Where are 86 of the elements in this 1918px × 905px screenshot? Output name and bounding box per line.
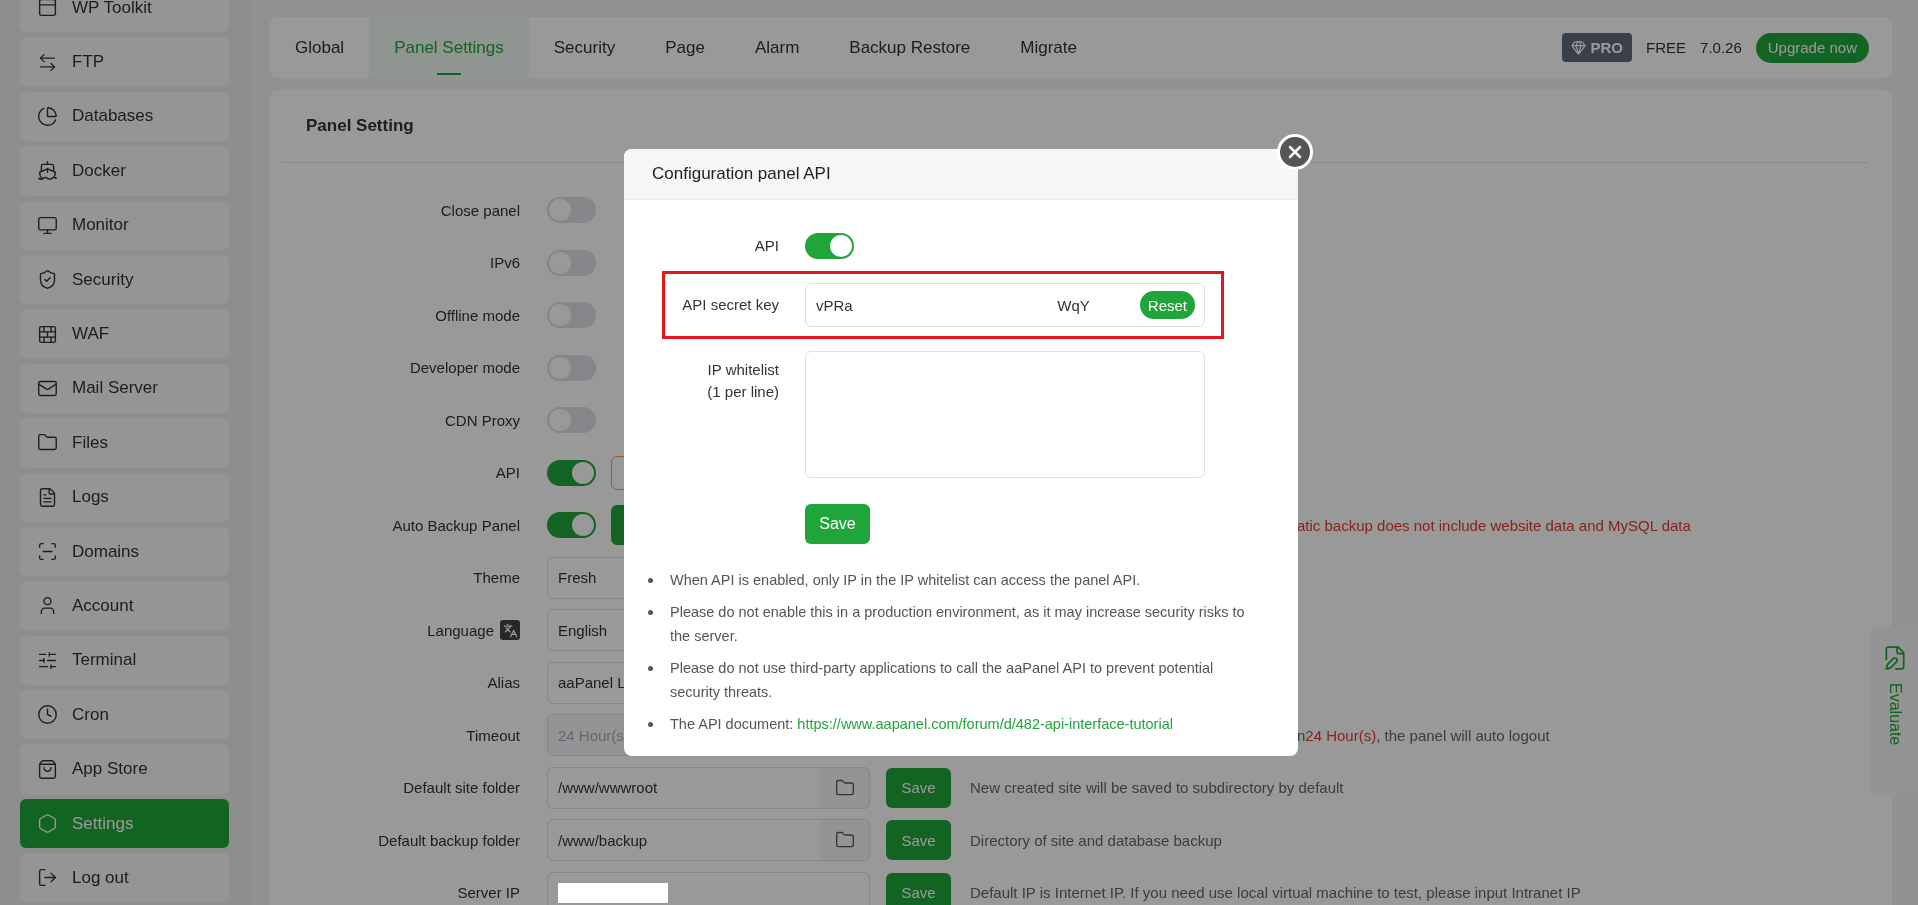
clock-icon [37, 704, 58, 726]
toggle-switch[interactable] [547, 512, 596, 539]
bullet-dot [648, 666, 653, 671]
tab[interactable]: Global [270, 17, 370, 78]
folder-button[interactable] [820, 819, 870, 862]
setting-label: Default site folder [403, 779, 520, 797]
setting-label: API [495, 464, 520, 482]
dialog-title: Configuration panel API [652, 164, 831, 184]
setting-label: Default backup folder [378, 831, 520, 849]
shield-icon [37, 269, 58, 291]
setting-label: Close panel [440, 201, 520, 219]
logout-icon [37, 867, 58, 889]
sidebar-item[interactable]: Cron [20, 690, 229, 740]
version-label: 7.0.26 [1700, 39, 1742, 56]
sidebar-item[interactable]: Files [20, 418, 229, 468]
sidebar-item[interactable]: Terminal [20, 635, 229, 686]
monitor-icon [37, 214, 58, 236]
setting-label: CDN Proxy [445, 411, 520, 429]
sidebar-item[interactable]: Account [20, 581, 229, 631]
bullet-dot [648, 610, 653, 615]
pie-chart-icon [37, 105, 58, 127]
note-text: Please do not enable this in a production environment, as it may increase security risks to the server. [670, 603, 1246, 646]
save-button[interactable]: Save [805, 504, 870, 544]
setting-label: Server IP [457, 884, 520, 902]
note-text: Please do not use third-party applications to call the aaPanel API to prevent potential security threats. [670, 659, 1215, 702]
setting-description: Default IP is Internet IP. If you need use local virtual machine to test, please input Intranet IP [970, 884, 1581, 902]
input-field[interactable] [547, 871, 870, 905]
sidebar-item[interactable]: Databases [20, 91, 229, 142]
bag-icon [37, 758, 58, 780]
toggle-switch[interactable] [805, 233, 854, 259]
sidebar-item[interactable]: Monitor [20, 200, 229, 250]
setting-description: n24 Hour(s), the panel will auto logout [1297, 726, 1550, 744]
setting-label: IPv6 [490, 254, 520, 272]
plan-label: FREE [1646, 39, 1687, 56]
setting-label: Timeout [466, 726, 520, 744]
setting-label: Offline mode [435, 306, 520, 324]
sidebar-item[interactable]: Security [20, 254, 229, 305]
note-text: The API document: https://www.aapanel.com/forum/d/482-api-interface-tutorial [670, 715, 1173, 734]
setting-description: New created site will be saved to subdirectory by default [970, 779, 1344, 797]
setting-label: Alias [487, 674, 520, 692]
setting-label: Language [427, 621, 494, 639]
gem-icon [1570, 40, 1586, 55]
ship-icon [37, 160, 58, 182]
sidebar-item[interactable]: WAF [20, 309, 229, 359]
sidebar-item[interactable]: Logs [20, 472, 229, 522]
setting-description: atic backup does not include website data and MySQL data [1297, 516, 1691, 534]
sidebar-item[interactable]: Domains [20, 526, 229, 577]
sidebar-item[interactable]: WP Toolkit [20, 0, 229, 33]
secret-key-field[interactable]: vPRa WqY Reset [805, 283, 1205, 327]
folder-button[interactable] [820, 766, 870, 809]
pro-label: PRO [1590, 39, 1624, 56]
hexagon-icon [37, 813, 58, 835]
sidebar-item[interactable]: App Store [20, 744, 229, 794]
form-label: IP whitelist (1 per line) [706, 360, 779, 402]
setting-label: Auto Backup Panel [392, 516, 520, 534]
bullet-dot [648, 578, 653, 583]
sliders-icon [37, 649, 58, 671]
form-label: API secret key [681, 295, 779, 315]
sidebar-item[interactable]: FTP [20, 37, 229, 87]
tab[interactable]: Security [528, 17, 641, 78]
document-icon [37, 486, 58, 508]
note-text: When API is enabled, only IP in the IP whitelist can access the panel API. [670, 571, 1141, 590]
sidebar-item[interactable]: Mail Server [20, 363, 229, 414]
folder-icon [834, 777, 855, 798]
sidebar-item[interactable]: Docker [20, 146, 229, 196]
arrows-icon [37, 51, 58, 73]
bullet-dot [648, 722, 653, 727]
key-text: vPRa [816, 296, 853, 314]
setting-description: Directory of site and database backup [970, 831, 1222, 849]
toggle-switch[interactable] [547, 459, 596, 486]
tab[interactable]: Migrate [995, 17, 1102, 78]
setting-label: Theme [473, 569, 520, 587]
panel-icon [37, 0, 58, 19]
scan-icon [37, 541, 58, 563]
form-label: API [753, 236, 779, 256]
tab[interactable]: Page [640, 17, 730, 78]
brick-wall-icon [37, 323, 58, 345]
setting-label: Developer mode [409, 359, 520, 377]
section-title: Panel Setting [306, 116, 414, 136]
reset-button[interactable]: Reset [1139, 291, 1195, 319]
sidebar-item[interactable]: Log out [20, 853, 229, 903]
doc-link[interactable]: https://www.aapanel.com/forum/d/482-api-interface-tutorial [797, 716, 1173, 732]
whitelist-field[interactable] [805, 351, 1205, 478]
tab[interactable]: Alarm [729, 17, 825, 78]
key-text: WqY [1057, 296, 1090, 314]
tab[interactable]: Backup Restore [824, 17, 996, 78]
